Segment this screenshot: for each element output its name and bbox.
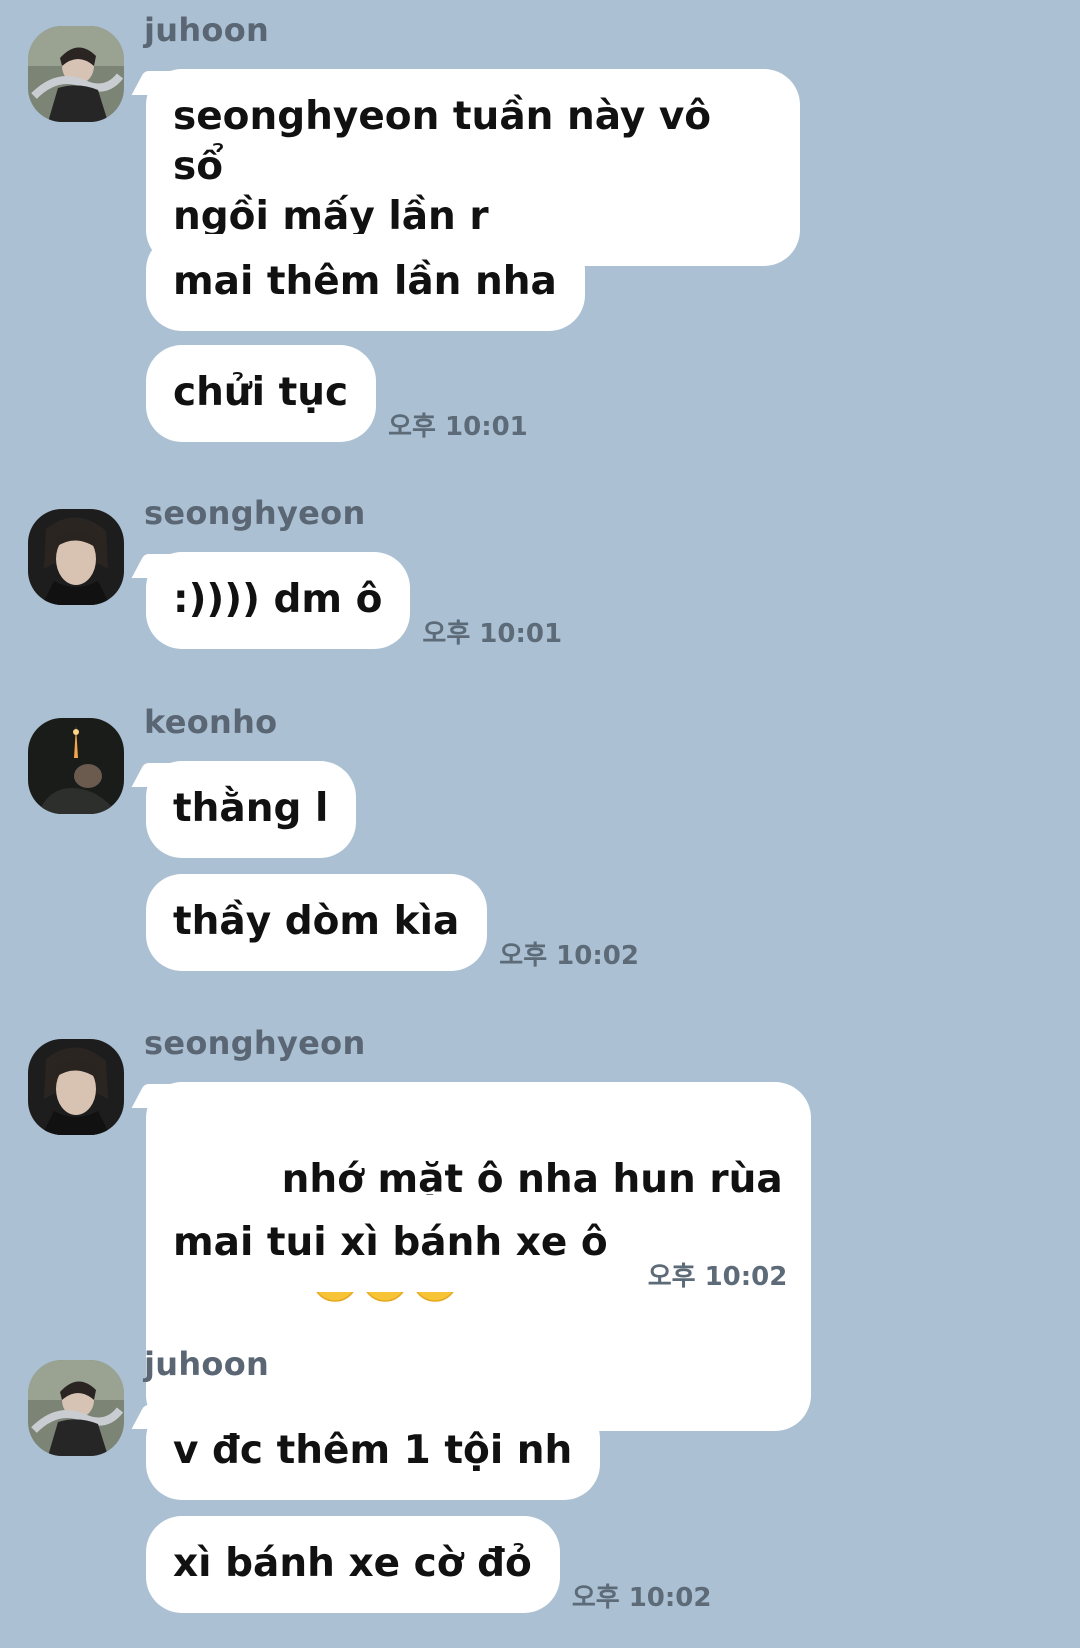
profile-photo-icon: [28, 1360, 124, 1456]
message-row: v đc thêm 1 tội nh: [146, 1403, 601, 1500]
message-row: mai tui xì bánh xe ô 오후 10:02: [146, 1195, 787, 1292]
profile-photo-icon: [28, 26, 124, 122]
profile-photo-icon: [28, 718, 124, 814]
message-bubble[interactable]: chửi tục: [146, 345, 377, 442]
message-bubble[interactable]: xì bánh xe cờ đỏ: [146, 1516, 560, 1613]
message-timestamp: 오후 10:02: [499, 941, 639, 971]
avatar-seonghyeon[interactable]: [28, 509, 124, 605]
message-bubble[interactable]: :)))) dm ô: [146, 552, 411, 649]
message-bubble[interactable]: v đc thêm 1 tội nh: [146, 1403, 601, 1500]
message-row: :)))) dm ô 오후 10:01: [146, 552, 562, 649]
message-timestamp: 오후 10:01: [388, 412, 528, 442]
avatar-keonho[interactable]: [28, 718, 124, 814]
sender-name: seonghyeon: [144, 494, 366, 532]
avatar-seonghyeon[interactable]: [28, 1039, 124, 1135]
message-timestamp: 오후 10:01: [422, 619, 563, 649]
message-bubble[interactable]: thằng l: [146, 761, 357, 858]
sender-name: seonghyeon: [144, 1024, 366, 1062]
message-row: mai thêm lần nha: [146, 234, 585, 331]
message-bubble[interactable]: thầy dòm kìa: [146, 874, 488, 971]
avatar-juhoon[interactable]: [28, 1360, 124, 1456]
message-row: xì bánh xe cờ đỏ 오후 10:02: [146, 1516, 711, 1613]
message-timestamp: 오후 10:02: [647, 1262, 788, 1292]
sender-name: keonho: [144, 703, 278, 741]
message-row: thầy dòm kìa 오후 10:02: [146, 874, 639, 971]
avatar-juhoon[interactable]: [28, 26, 124, 122]
message-bubble[interactable]: mai tui xì bánh xe ô: [146, 1195, 636, 1292]
message-timestamp: 오후 10:02: [571, 1583, 712, 1613]
chat-room[interactable]: juhoon seonghyeon tuần này vô sổ ngồi mấ…: [0, 0, 1080, 1648]
message-row: chửi tục 오후 10:01: [146, 345, 528, 442]
profile-photo-icon: [28, 1039, 124, 1135]
message-row: thằng l: [146, 761, 357, 858]
message-bubble[interactable]: mai thêm lần nha: [146, 234, 585, 331]
profile-photo-icon: [28, 509, 124, 605]
sender-name: juhoon: [144, 1345, 270, 1383]
sender-name: juhoon: [144, 11, 270, 49]
